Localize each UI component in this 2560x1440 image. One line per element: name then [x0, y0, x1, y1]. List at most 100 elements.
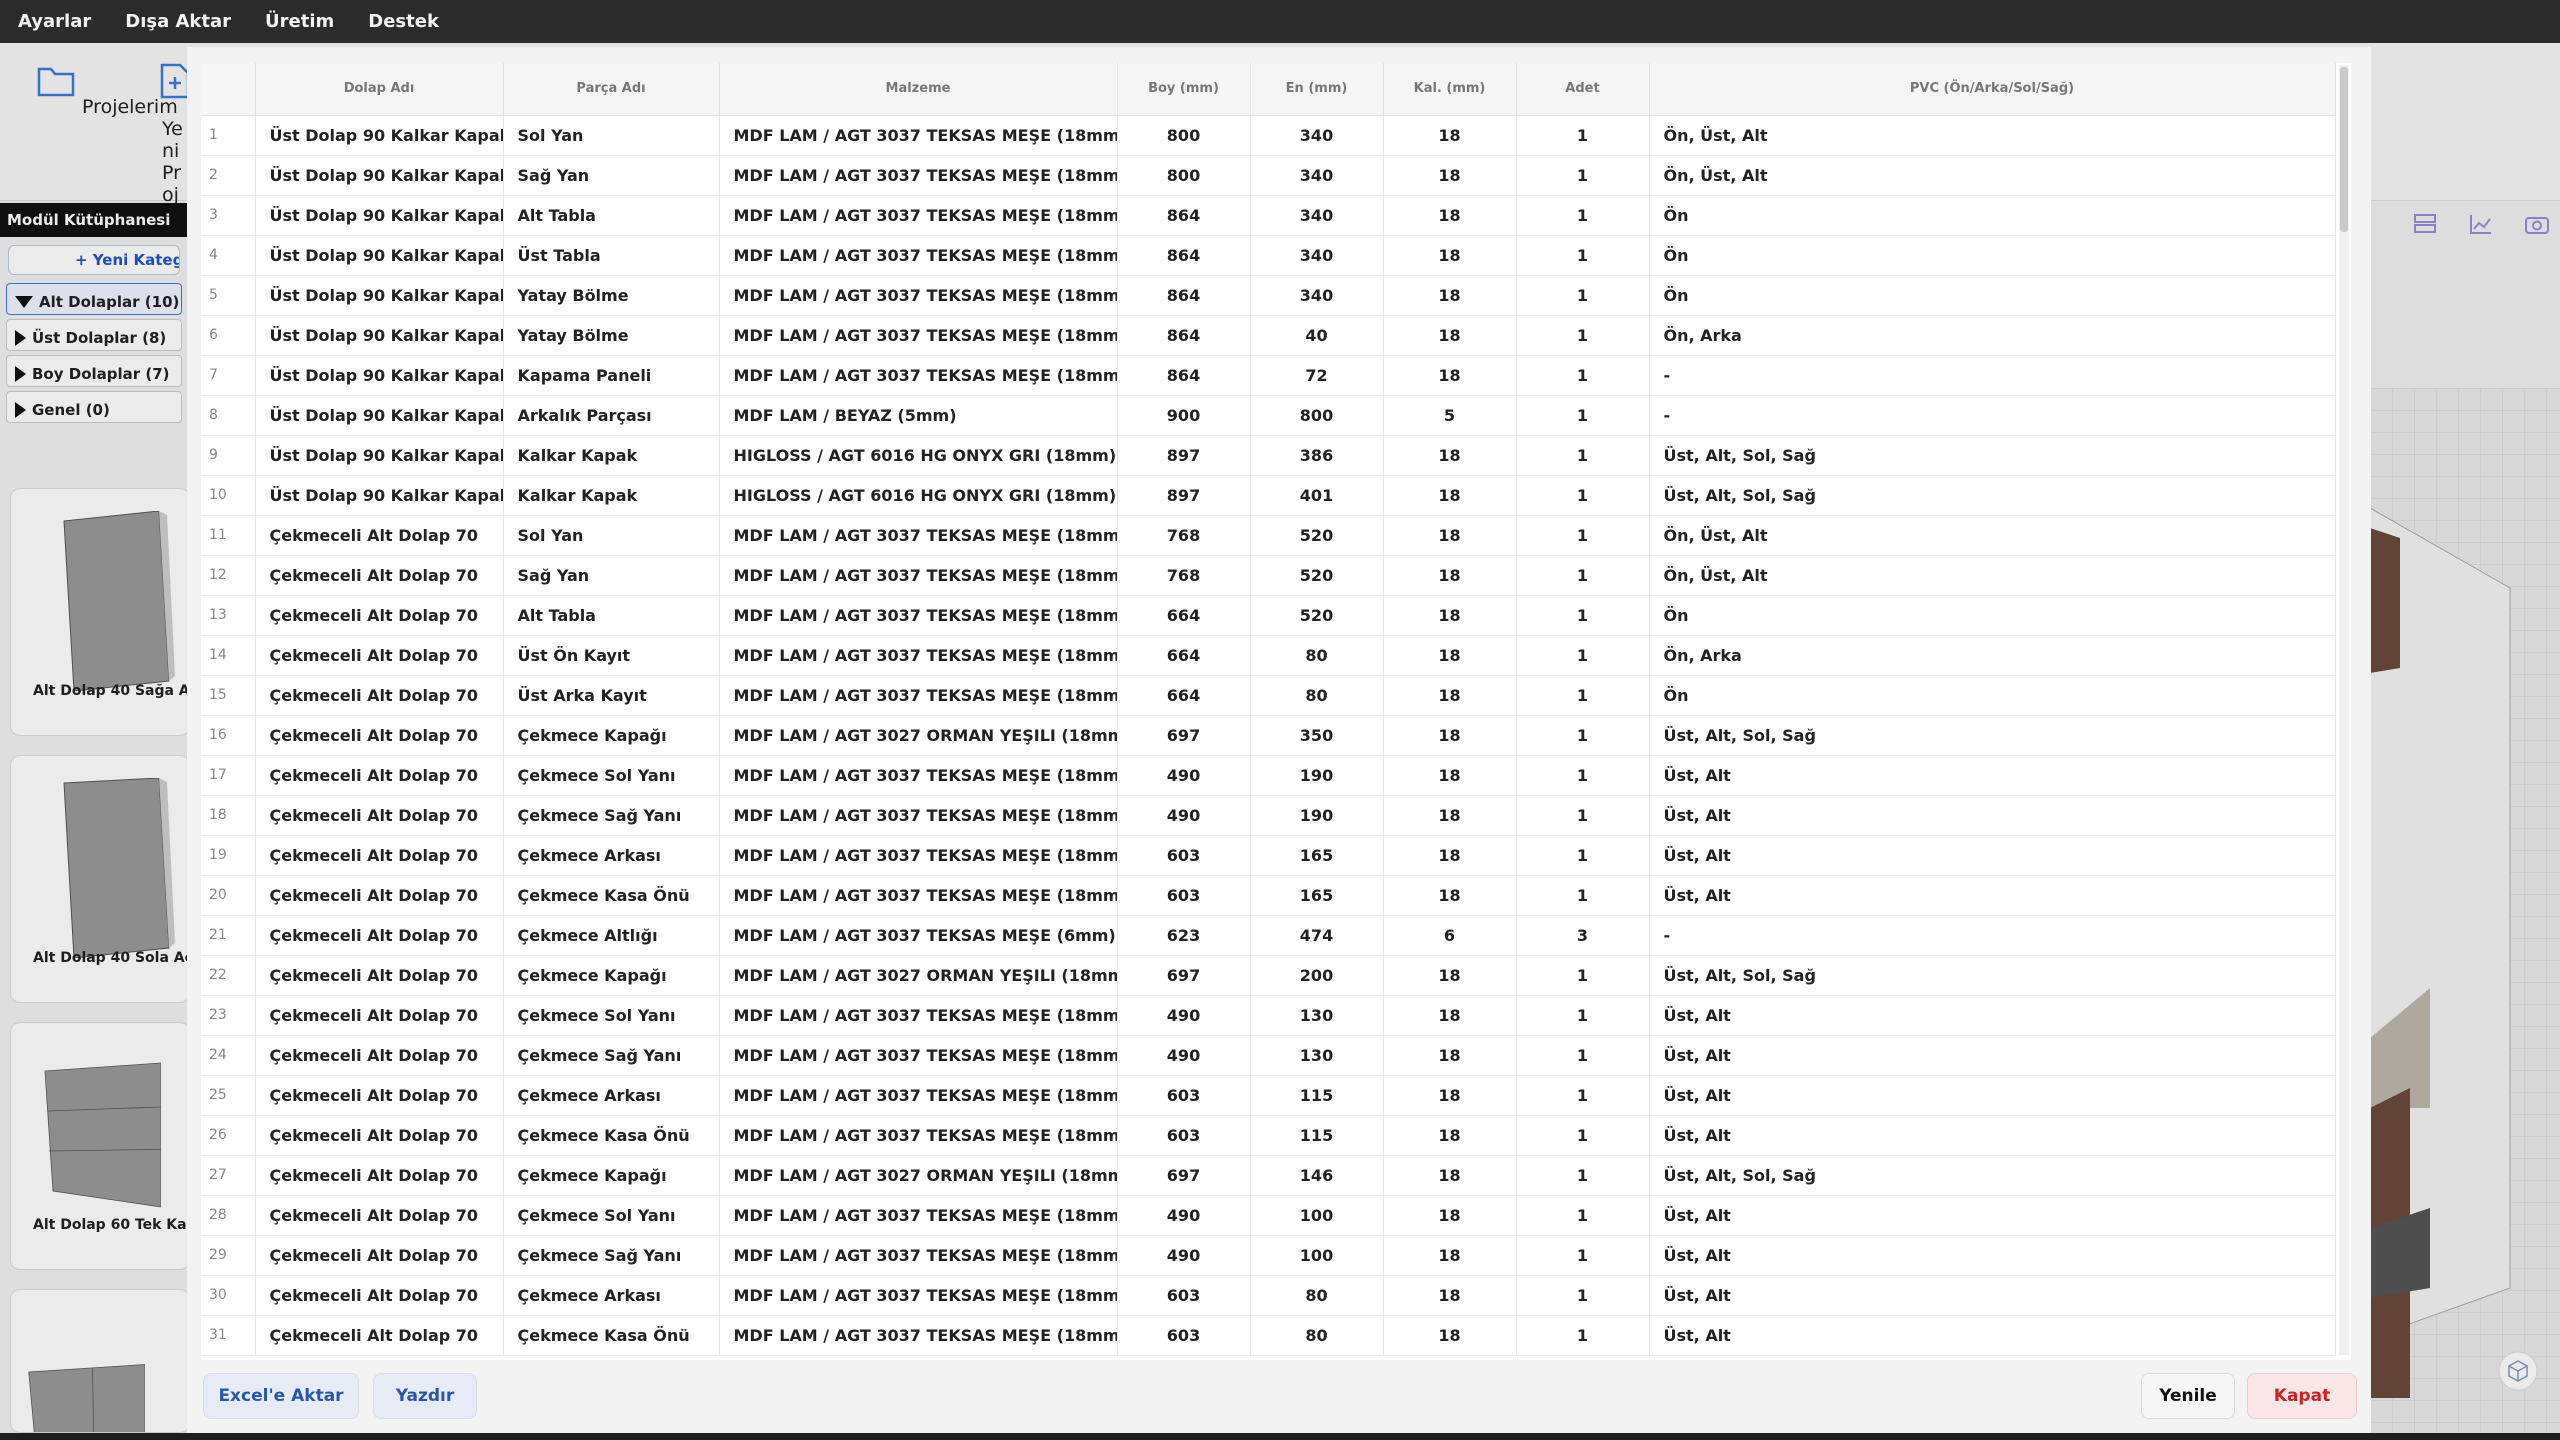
table-row[interactable]: 4 Üst Dolap 90 Kalkar Kapak Üst Tabla MDF L… — [201, 235, 2336, 276]
table-row[interactable]: 16 Çekmeceli Alt Dolap 70 Çekmece Kapağı MD… — [201, 715, 2336, 756]
table-row[interactable]: 8 Üst Dolap 90 Kalkar Kapak Arkalık Parças… — [201, 395, 2336, 436]
cell-quantity: 1 — [1516, 795, 1650, 836]
cell-quantity: 3 — [1516, 915, 1650, 956]
header-quantity[interactable]: Adet — [1516, 63, 1650, 116]
table-row[interactable]: 30 Çekmeceli Alt Dolap 70 Çekmece Arkası MD… — [201, 1275, 2336, 1316]
cell-thickness-mm: 18 — [1383, 1275, 1517, 1316]
table-row[interactable]: 7 Üst Dolap 90 Kalkar Kapak Kapama Paneli M… — [201, 355, 2336, 396]
cell-material: MDF LAM / AGT 3037 TEKSAS MEŞE (18mm) — [719, 235, 1118, 276]
cell-part-name: Çekmece Altlığı — [503, 915, 720, 956]
cell-width-mm: 520 — [1250, 555, 1384, 596]
cell-cabinet-name: Çekmeceli Alt Dolap 70 — [255, 635, 504, 676]
table-row[interactable]: 9 Üst Dolap 90 Kalkar Kapak Kalkar Kapak HI… — [201, 435, 2336, 476]
cell-material: MDF LAM / AGT 3037 TEKSAS MEŞE (18mm) — [719, 275, 1118, 316]
table-row[interactable]: 28 Çekmeceli Alt Dolap 70 Çekmece Sol Yanı… — [201, 1195, 2336, 1236]
table-row[interactable]: 14 Çekmeceli Alt Dolap 70 Üst Ön Kayıt MDF … — [201, 635, 2336, 676]
close-button[interactable]: Kapat — [2247, 1373, 2357, 1419]
table-row[interactable]: 2 Üst Dolap 90 Kalkar Kapak Sağ Yan MDF LAM… — [201, 155, 2336, 196]
cell-length-mm: 897 — [1117, 475, 1251, 516]
table-row[interactable]: 5 Üst Dolap 90 Kalkar Kapak Yatay Bölme MDF… — [201, 275, 2336, 316]
cell-material: MDF LAM / AGT 3037 TEKSAS MEŞE (18mm) — [719, 595, 1118, 636]
header-material[interactable]: Malzeme — [719, 63, 1118, 116]
cell-cabinet-name: Üst Dolap 90 Kalkar Kapak — [255, 315, 504, 356]
table-row[interactable]: 19 Çekmeceli Alt Dolap 70 Çekmece Arkası MD… — [201, 835, 2336, 876]
table-row[interactable]: 12 Çekmeceli Alt Dolap 70 Sağ Yan MDF LAM /… — [201, 555, 2336, 596]
menu-settings[interactable]: Ayarlar — [18, 11, 91, 32]
table-row[interactable]: 22 Çekmeceli Alt Dolap 70 Çekmece Kapağı MD… — [201, 955, 2336, 996]
cell-row-index: 4 — [201, 235, 256, 276]
cell-width-mm: 40 — [1250, 315, 1384, 356]
cell-edge-banding: Ön — [1649, 275, 2336, 316]
cell-cabinet-name: Çekmeceli Alt Dolap 70 — [255, 715, 504, 756]
cell-row-index: 25 — [201, 1075, 256, 1116]
cell-width-mm: 115 — [1250, 1115, 1384, 1156]
table-row[interactable]: 18 Çekmeceli Alt Dolap 70 Çekmece Sağ Yanı… — [201, 795, 2336, 836]
cell-length-mm: 490 — [1117, 1035, 1251, 1076]
header-cabinet-name[interactable]: Dolap Adı — [255, 63, 504, 116]
cell-width-mm: 340 — [1250, 155, 1384, 196]
cell-part-name: Sol Yan — [503, 515, 720, 556]
cell-length-mm: 490 — [1117, 995, 1251, 1036]
header-index[interactable] — [201, 63, 256, 116]
table-row[interactable]: 24 Çekmeceli Alt Dolap 70 Çekmece Sağ Yanı… — [201, 1035, 2336, 1076]
menu-export[interactable]: Dışa Aktar — [125, 11, 231, 32]
table-row[interactable]: 20 Çekmeceli Alt Dolap 70 Çekmece Kasa Önü… — [201, 875, 2336, 916]
table-row[interactable]: 13 Çekmeceli Alt Dolap 70 Alt Tabla MDF LAM… — [201, 595, 2336, 636]
table-row[interactable]: 1 Üst Dolap 90 Kalkar Kapak Sol Yan MDF LAM… — [201, 115, 2336, 156]
print-button[interactable]: Yazdır — [373, 1373, 477, 1419]
cell-row-index: 26 — [201, 1115, 256, 1156]
header-width[interactable]: En (mm) — [1250, 63, 1384, 116]
cell-width-mm: 386 — [1250, 435, 1384, 476]
cell-width-mm: 130 — [1250, 1035, 1384, 1076]
header-thickness[interactable]: Kal. (mm) — [1383, 63, 1517, 116]
scrollbar-thumb[interactable] — [2340, 67, 2348, 232]
header-length[interactable]: Boy (mm) — [1117, 63, 1251, 116]
cell-material: MDF LAM / AGT 3037 TEKSAS MEŞE (18mm) — [719, 1235, 1118, 1276]
cell-cabinet-name: Çekmeceli Alt Dolap 70 — [255, 1035, 504, 1076]
table-row[interactable]: 11 Çekmeceli Alt Dolap 70 Sol Yan MDF LAM /… — [201, 515, 2336, 556]
cell-length-mm: 864 — [1117, 195, 1251, 236]
cell-material: MDF LAM / AGT 3027 ORMAN YEŞILI (18mm) — [719, 1155, 1118, 1196]
cell-thickness-mm: 18 — [1383, 1035, 1517, 1076]
refresh-button[interactable]: Yenile — [2141, 1373, 2235, 1419]
table-row[interactable]: 23 Çekmeceli Alt Dolap 70 Çekmece Sol Yanı… — [201, 995, 2336, 1036]
table-row[interactable]: 15 Çekmeceli Alt Dolap 70 Üst Arka Kayıt MD… — [201, 675, 2336, 716]
menu-support[interactable]: Destek — [368, 11, 439, 32]
cut-list-dialog: Dolap Adı Parça Adı Malzeme Boy (mm) En … — [187, 47, 2371, 1433]
cell-width-mm: 520 — [1250, 515, 1384, 556]
cell-thickness-mm: 18 — [1383, 195, 1517, 236]
cell-row-index: 27 — [201, 1155, 256, 1196]
cell-cabinet-name: Çekmeceli Alt Dolap 70 — [255, 1195, 504, 1236]
export-excel-button[interactable]: Excel'e Aktar — [203, 1373, 359, 1419]
header-edge-banding[interactable]: PVC (Ön/Arka/Sol/Sağ) — [1649, 63, 2336, 116]
cell-row-index: 19 — [201, 835, 256, 876]
table-row[interactable]: 27 Çekmeceli Alt Dolap 70 Çekmece Kapağı MD… — [201, 1155, 2336, 1196]
cell-length-mm: 697 — [1117, 1155, 1251, 1196]
cell-part-name: Çekmece Sağ Yanı — [503, 795, 720, 836]
menu-production[interactable]: Üretim — [265, 11, 334, 32]
table-row[interactable]: 6 Üst Dolap 90 Kalkar Kapak Yatay Bölme MDF… — [201, 315, 2336, 356]
menu-bar: Ayarlar Dışa Aktar Üretim Destek — [0, 0, 2560, 43]
cell-edge-banding: Üst, Alt, Sol, Sağ — [1649, 1155, 2336, 1196]
cell-part-name: Çekmece Kapağı — [503, 715, 720, 756]
table-row[interactable]: 10 Üst Dolap 90 Kalkar Kapak Kalkar Kapak H… — [201, 475, 2336, 516]
cell-edge-banding: Ön, Arka — [1649, 315, 2336, 356]
cell-width-mm: 100 — [1250, 1195, 1384, 1236]
table-row[interactable]: 3 Üst Dolap 90 Kalkar Kapak Alt Tabla MDF L… — [201, 195, 2336, 236]
cell-material: MDF LAM / AGT 3037 TEKSAS MEŞE (18mm) — [719, 115, 1118, 156]
cell-material: MDF LAM / AGT 3027 ORMAN YEŞILI (18mm) — [719, 715, 1118, 756]
cell-part-name: Çekmece Arkası — [503, 835, 720, 876]
cell-width-mm: 80 — [1250, 1315, 1384, 1356]
table-row[interactable]: 21 Çekmeceli Alt Dolap 70 Çekmece Altlığı M… — [201, 915, 2336, 956]
cell-edge-banding: Üst, Alt — [1649, 1115, 2336, 1156]
table-row[interactable]: 17 Çekmeceli Alt Dolap 70 Çekmece Sol Yanı… — [201, 755, 2336, 796]
table-row[interactable]: 26 Çekmeceli Alt Dolap 70 Çekmece Kasa Önü… — [201, 1115, 2336, 1156]
table-row[interactable]: 31 Çekmeceli Alt Dolap 70 Çekmece Kasa Önü… — [201, 1315, 2336, 1356]
cell-edge-banding: - — [1649, 915, 2336, 956]
vertical-scrollbar[interactable] — [2339, 65, 2349, 1355]
header-part-name[interactable]: Parça Adı — [503, 63, 720, 116]
cell-width-mm: 80 — [1250, 635, 1384, 676]
table-row[interactable]: 29 Çekmeceli Alt Dolap 70 Çekmece Sağ Yanı… — [201, 1235, 2336, 1276]
table-row[interactable]: 25 Çekmeceli Alt Dolap 70 Çekmece Arkası MD… — [201, 1075, 2336, 1116]
cell-thickness-mm: 18 — [1383, 115, 1517, 156]
